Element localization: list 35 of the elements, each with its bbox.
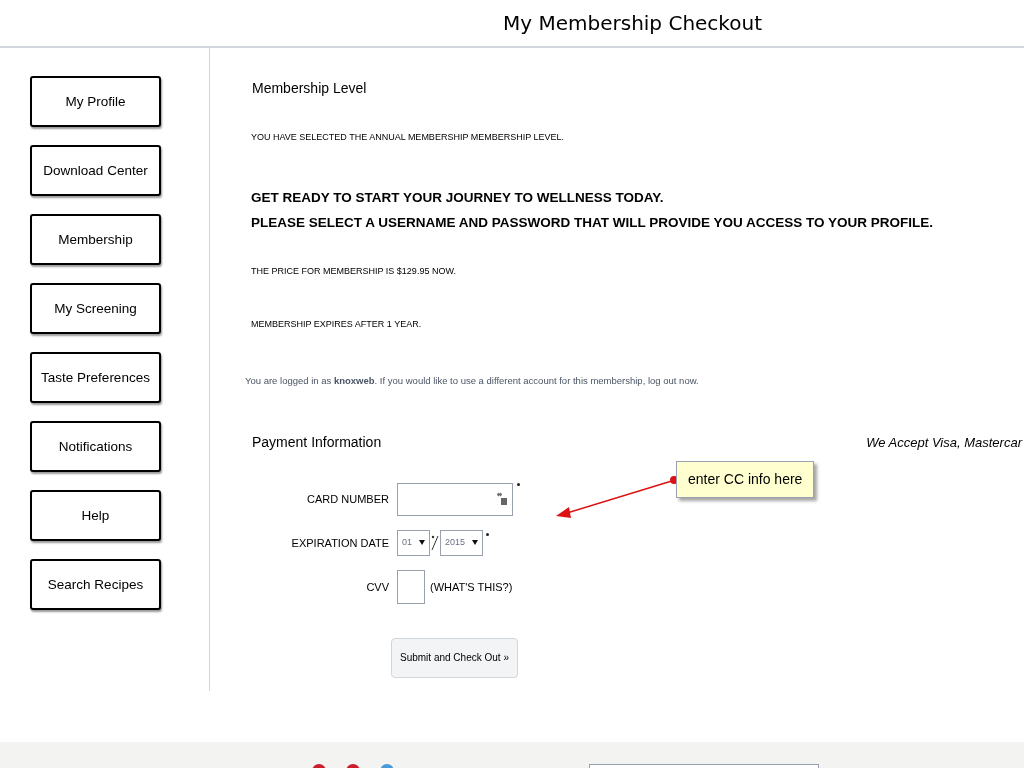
selected-level-text: YOU HAVE SELECTED THE ANNUAL MEMBERSHIP MEMBERSHIP LEVEL. [251,131,566,144]
field-label: EXPIRATION DATE [290,535,390,551]
slash-separator-icon [431,533,439,552]
sidebar-nav-button[interactable]: Taste Preferences [30,352,161,403]
card-number-field[interactable] [397,482,513,516]
section-heading: Payment Information [252,432,382,452]
cvv-help-link[interactable]: (WHAT'S THIS?) [430,578,513,595]
field-label: CARD NUMBER [306,492,390,507]
field-label: CVV [365,579,390,595]
section-heading: Membership Level [252,79,368,98]
accepted-cards-text: We Accept Visa, Mastercar [866,433,1022,452]
headline-text: PLEASE SELECT A USERNAME AND PASSWORD THAT WILL PROVIDE YOU ACCESS TO YOUR PROFILE. [251,213,935,232]
key-icon [496,492,508,507]
headline-text: GET READY TO START YOUR JOURNEY TO WELLNESS TODAY. [251,188,665,207]
submit-button[interactable]: Submit and Check Out » [391,637,518,678]
required-mark-icon [517,482,520,486]
sidebar-nav-button[interactable]: Membership [30,214,161,265]
sidebar-nav-button[interactable]: Help [30,490,161,541]
cvv-field[interactable] [397,569,425,604]
sidebar-nav-button[interactable]: Download Center [30,145,161,196]
caret-icon [419,540,425,546]
caret-icon [472,540,478,546]
login-text: You are logged in as knoxweb. If you would like to use a different account for this membership, log out now. [245,373,700,388]
year-select[interactable]: 2015 [440,529,483,556]
month-select[interactable]: 01 [397,529,430,556]
required-mark-icon [486,532,489,536]
price-text: THE PRICE FOR MEMBERSHIP IS $129.95 NOW. [251,264,457,278]
annotation-callout: enter CC info here [676,461,815,498]
page-title: My Membership Checkout [503,10,762,37]
sidebar-nav-button[interactable]: Search Recipes [30,559,161,610]
expiry-text: MEMBERSHIP EXPIRES AFTER 1 YEAR. [251,318,423,331]
sidebar-nav-button[interactable]: My Profile [30,76,161,127]
sidebar-nav-button[interactable]: Notifications [30,421,161,472]
logout-link[interactable]: log out now. [647,374,699,386]
sidebar-nav-button[interactable]: My Screening [30,283,161,334]
